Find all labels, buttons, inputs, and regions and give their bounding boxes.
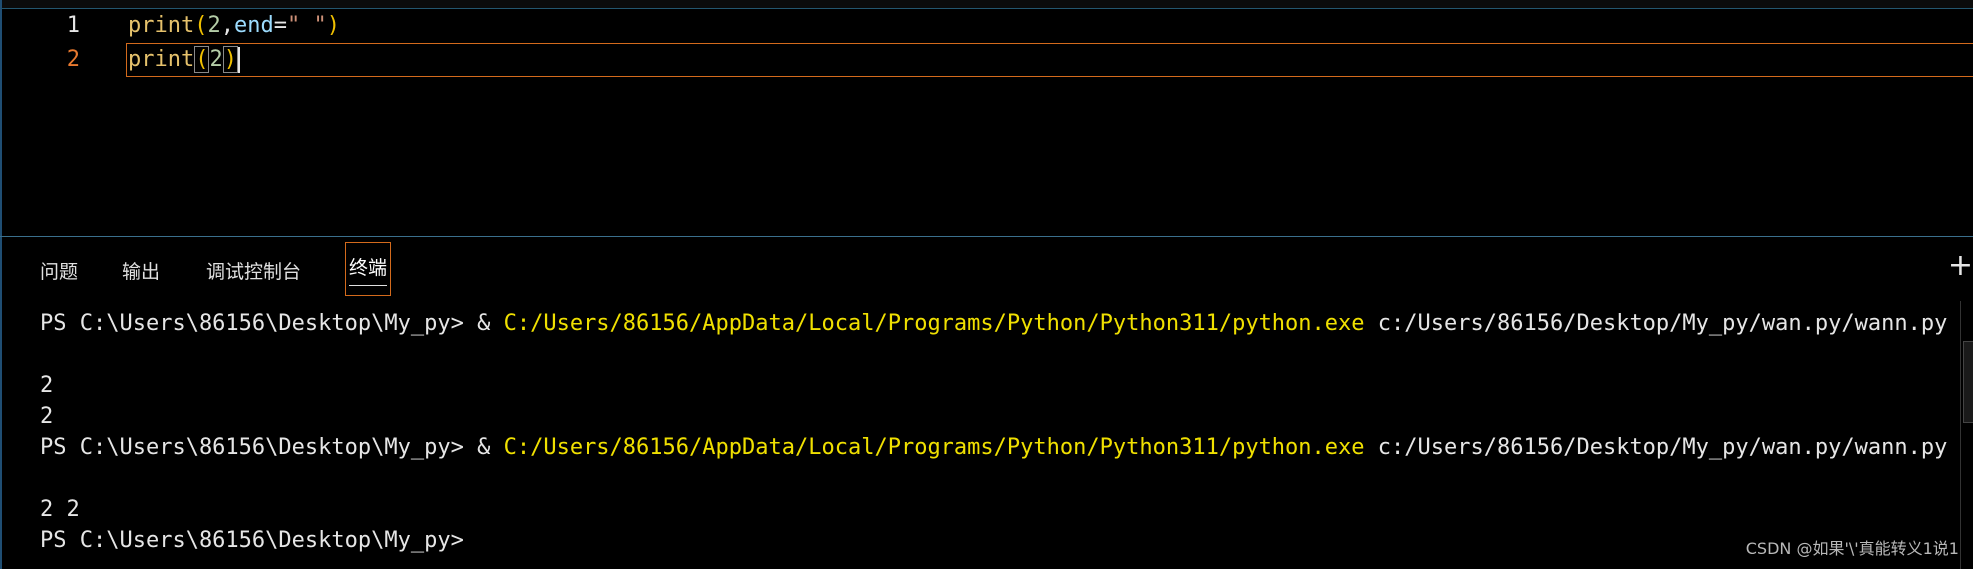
tab-debug-console[interactable]: 调试控制台 xyxy=(206,257,301,287)
terminal-prompt: PS C:\Users\86156\Desktop\My_py> xyxy=(40,435,464,460)
code-editor[interactable]: 1 print(2,end=" ") 2 print(2) xyxy=(0,0,1973,237)
tab-output[interactable]: 输出 xyxy=(122,257,160,287)
code-text[interactable]: print(2) xyxy=(128,43,240,77)
terminal-output-line: 2 xyxy=(40,373,54,398)
terminal-scrollbar[interactable] xyxy=(1960,301,1973,569)
code-line[interactable]: 1 print(2,end=" ") xyxy=(2,9,1973,43)
line-number: 2 xyxy=(66,47,80,72)
token-number: 2 xyxy=(209,47,223,72)
terminal-command-line: PS C:\Users\86156\Desktop\My_py> & C:/Us… xyxy=(40,432,1947,463)
terminal-output[interactable]: PS C:\Users\86156\Desktop\My_py> & C:/Us… xyxy=(40,308,1947,556)
token-string: " " xyxy=(286,13,327,38)
terminal-prompt: PS C:\Users\86156\Desktop\My_py> xyxy=(40,528,464,553)
code-line-active[interactable]: 2 print(2) xyxy=(2,43,1973,77)
token-number: 2 xyxy=(207,13,221,38)
call-operator: & xyxy=(477,435,491,460)
terminal-prompt: PS C:\Users\86156\Desktop\My_py> xyxy=(40,311,464,336)
terminal-output-line: 2 xyxy=(40,404,54,429)
tab-terminal[interactable]: 终端 xyxy=(345,242,392,296)
terminal-prompt-line: PS C:\Users\86156\Desktop\My_py> xyxy=(40,525,1947,556)
terminal-output-line: 2 2 xyxy=(40,497,80,522)
token-keyword: end xyxy=(233,13,274,38)
token-function: print xyxy=(128,47,195,72)
script-path: c:/Users/86156/Desktop/My_py/wan.py/wann… xyxy=(1377,311,1948,336)
token-paren: ( xyxy=(194,13,208,38)
code-text[interactable]: print(2,end=" ") xyxy=(128,9,340,43)
token-paren-matched: ( xyxy=(194,46,210,73)
call-operator: & xyxy=(477,311,491,336)
panel-tabs: 问题 输出 调试控制台 终端 + xyxy=(2,237,1973,301)
new-terminal-plus-icon[interactable]: + xyxy=(1948,251,1973,281)
token-paren: ) xyxy=(326,13,340,38)
token-comma: , xyxy=(220,13,234,38)
scrollbar-thumb[interactable] xyxy=(1963,341,1973,423)
terminal-command-line: PS C:\Users\86156\Desktop\My_py> & C:/Us… xyxy=(40,308,1947,339)
watermark: CSDN @如果'\'真能转义1说1 xyxy=(1745,539,1959,558)
script-path: c:/Users/86156/Desktop/My_py/wan.py/wann… xyxy=(1377,435,1948,460)
python-path: C:/Users/86156/AppData/Local/Programs/Py… xyxy=(503,435,1365,460)
line-number: 1 xyxy=(66,13,80,38)
bottom-panel: 问题 输出 调试控制台 终端 + PS C:\Users\86156\Deskt… xyxy=(0,237,1973,569)
editor-tab-strip xyxy=(2,0,1973,9)
text-cursor xyxy=(237,47,240,73)
token-equals: = xyxy=(273,13,287,38)
token-function: print xyxy=(128,13,195,38)
token-paren-matched: ) xyxy=(222,46,238,73)
tab-problems[interactable]: 问题 xyxy=(40,257,78,287)
python-path: C:/Users/86156/AppData/Local/Programs/Py… xyxy=(503,311,1365,336)
